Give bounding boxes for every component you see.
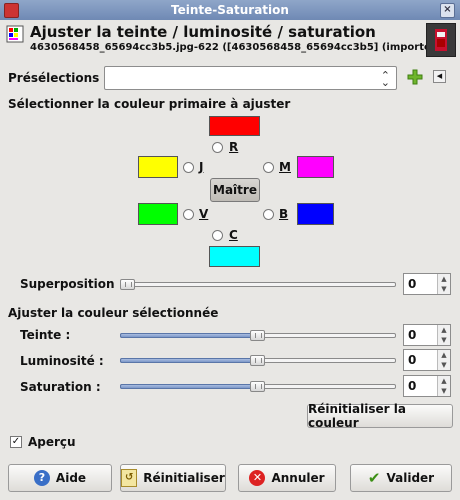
saturation-spinbox[interactable]: 0 ▲ ▼ bbox=[403, 375, 451, 397]
lightness-spinbox[interactable]: 0 ▲ ▼ bbox=[403, 349, 451, 371]
red-swatch[interactable] bbox=[209, 116, 260, 136]
window-title: Teinte-Saturation bbox=[171, 3, 289, 17]
overlap-label: Superposition : bbox=[20, 277, 124, 291]
preview-label: Aperçu bbox=[28, 435, 76, 449]
reset-button[interactable]: ↺ Réinitialiser bbox=[120, 464, 226, 492]
reset-color-button[interactable]: Réinitialiser la couleur bbox=[307, 402, 453, 430]
spin-up-icon[interactable]: ▲ bbox=[437, 350, 450, 360]
green-radio[interactable] bbox=[183, 209, 194, 220]
master-button[interactable]: Maître bbox=[210, 178, 260, 202]
spin-down-icon[interactable]: ▼ bbox=[437, 335, 450, 345]
image-thumbnail bbox=[426, 23, 456, 57]
chevron-down-icon: ⌄ bbox=[380, 76, 390, 89]
magenta-swatch[interactable] bbox=[297, 156, 334, 178]
blue-label: B bbox=[279, 207, 289, 221]
lightness-slider-fill bbox=[120, 358, 258, 363]
saturation-slider-handle[interactable] bbox=[250, 381, 265, 392]
spin-up-icon[interactable]: ▲ bbox=[437, 325, 450, 335]
reset-icon: ↺ bbox=[121, 469, 138, 487]
hue-label: Teinte : bbox=[20, 328, 71, 342]
add-preset-icon[interactable] bbox=[406, 68, 424, 86]
master-label: Maître bbox=[213, 183, 257, 197]
app-menu-icon[interactable] bbox=[4, 3, 19, 18]
cyan-radio[interactable] bbox=[212, 230, 223, 241]
reset-label: Réinitialiser bbox=[143, 471, 225, 485]
cyan-swatch[interactable] bbox=[209, 246, 260, 267]
help-icon: ? bbox=[33, 470, 50, 486]
saturation-slider-fill bbox=[120, 384, 258, 389]
hue-slider-handle[interactable] bbox=[250, 330, 265, 341]
cancel-label: Annuler bbox=[271, 471, 325, 485]
cyan-label: C bbox=[229, 228, 238, 242]
overlap-spinbox[interactable]: 0 ▲ ▼ bbox=[403, 273, 451, 295]
overlap-slider[interactable] bbox=[120, 282, 396, 287]
magenta-label: M bbox=[279, 160, 291, 174]
overlap-value: 0 bbox=[408, 277, 417, 291]
blue-radio[interactable] bbox=[263, 209, 274, 220]
magenta-radio[interactable] bbox=[263, 162, 274, 173]
lightness-slider-handle[interactable] bbox=[250, 355, 265, 366]
title-bar: Teinte-Saturation × bbox=[0, 0, 460, 20]
reset-color-label: Réinitialiser la couleur bbox=[308, 402, 406, 430]
spin-down-icon[interactable]: ▼ bbox=[437, 386, 450, 396]
preset-menu-icon[interactable]: ◀ bbox=[433, 70, 446, 83]
red-radio[interactable] bbox=[212, 142, 223, 153]
checkmark-icon: ✔ bbox=[367, 469, 381, 487]
help-button[interactable]: ? Aide bbox=[8, 464, 112, 492]
saturation-label: Saturation : bbox=[20, 380, 101, 394]
cancel-icon: ✕ bbox=[249, 470, 266, 486]
presets-combo[interactable]: ⌃ ⌄ bbox=[104, 66, 397, 90]
yellow-swatch[interactable] bbox=[138, 156, 178, 178]
lightness-label: Luminosité : bbox=[20, 354, 104, 368]
spin-up-icon[interactable]: ▲ bbox=[437, 376, 450, 386]
presets-label: Présélections : bbox=[8, 71, 109, 85]
hue-slider-fill bbox=[120, 333, 258, 338]
primary-color-heading: Sélectionner la couleur primaire à ajust… bbox=[8, 97, 291, 111]
overlap-slider-handle[interactable] bbox=[120, 279, 135, 290]
green-swatch[interactable] bbox=[138, 203, 178, 225]
ok-button[interactable]: ✔ Valider bbox=[350, 464, 452, 492]
lightness-value: 0 bbox=[408, 353, 417, 367]
saturation-value: 0 bbox=[408, 379, 417, 393]
spin-down-icon[interactable]: ▼ bbox=[437, 284, 450, 294]
close-window-icon[interactable]: × bbox=[440, 3, 455, 18]
spin-up-icon[interactable]: ▲ bbox=[437, 274, 450, 284]
adjust-heading: Ajuster la couleur sélectionnée bbox=[8, 306, 219, 320]
preview-checkbox[interactable]: ✓ bbox=[10, 436, 22, 448]
ok-label: Valider bbox=[386, 471, 435, 485]
yellow-radio[interactable] bbox=[183, 162, 194, 173]
red-label: R bbox=[229, 140, 239, 154]
hue-saturation-tool-icon bbox=[6, 25, 24, 43]
blue-swatch[interactable] bbox=[297, 203, 334, 225]
hue-value: 0 bbox=[408, 328, 417, 342]
green-label: V bbox=[199, 207, 209, 221]
hue-spinbox[interactable]: 0 ▲ ▼ bbox=[403, 324, 451, 346]
dialog-subtitle: 4630568458_65694cc3b5.jpg-622 ([46305684… bbox=[30, 42, 447, 53]
spin-down-icon[interactable]: ▼ bbox=[437, 360, 450, 370]
cancel-button[interactable]: ✕ Annuler bbox=[238, 464, 336, 492]
dialog-title: Ajuster la teinte / luminosité / saturat… bbox=[30, 23, 376, 41]
yellow-label: J bbox=[199, 160, 204, 174]
help-label: Aide bbox=[55, 471, 87, 485]
